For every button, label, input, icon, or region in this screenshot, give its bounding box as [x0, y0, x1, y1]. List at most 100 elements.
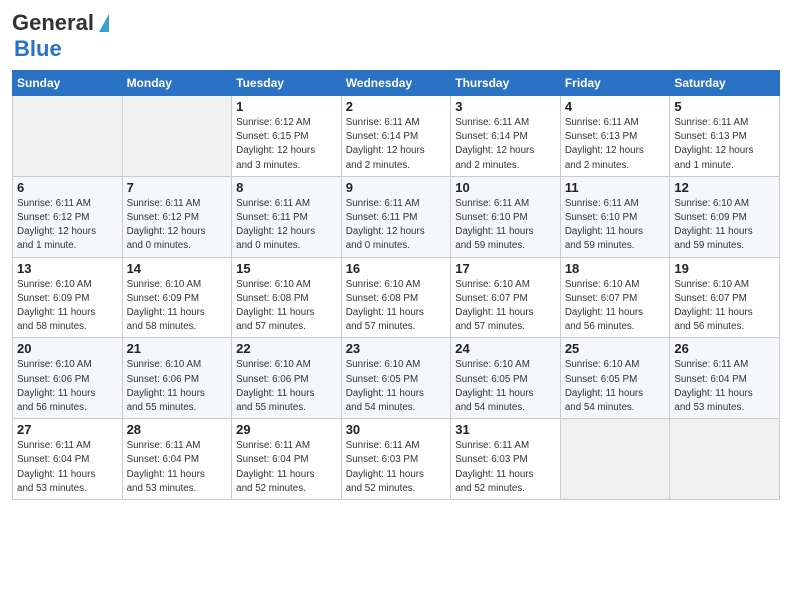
day-detail: Sunrise: 6:10 AM Sunset: 6:05 PM Dayligh…	[565, 358, 666, 415]
day-number: 12	[674, 180, 775, 195]
weekday-header-monday: Monday	[122, 71, 232, 96]
calendar-cell: 20 Sunrise: 6:10 AM Sunset: 6:06 PM Dayli…	[13, 338, 123, 419]
day-number: 9	[346, 180, 447, 195]
day-number: 19	[674, 261, 775, 276]
day-number: 30	[346, 422, 447, 437]
day-detail: Sunrise: 6:11 AM Sunset: 6:12 PM Dayligh…	[127, 197, 228, 254]
day-number: 5	[674, 99, 775, 114]
week-row-3: 13 Sunrise: 6:10 AM Sunset: 6:09 PM Dayli…	[13, 257, 780, 338]
calendar-cell: 2 Sunrise: 6:11 AM Sunset: 6:14 PM Daylig…	[341, 96, 451, 177]
calendar-cell: 11 Sunrise: 6:11 AM Sunset: 6:10 PM Dayli…	[560, 176, 670, 257]
calendar-cell: 9 Sunrise: 6:11 AM Sunset: 6:11 PM Daylig…	[341, 176, 451, 257]
header: General Blue	[12, 10, 780, 62]
day-number: 10	[455, 180, 556, 195]
weekday-header-sunday: Sunday	[13, 71, 123, 96]
calendar-cell: 22 Sunrise: 6:10 AM Sunset: 6:06 PM Dayli…	[232, 338, 342, 419]
day-number: 4	[565, 99, 666, 114]
day-number: 11	[565, 180, 666, 195]
day-detail: Sunrise: 6:10 AM Sunset: 6:09 PM Dayligh…	[674, 197, 775, 254]
day-detail: Sunrise: 6:11 AM Sunset: 6:10 PM Dayligh…	[565, 197, 666, 254]
day-number: 6	[17, 180, 118, 195]
day-detail: Sunrise: 6:11 AM Sunset: 6:04 PM Dayligh…	[236, 439, 337, 496]
day-detail: Sunrise: 6:11 AM Sunset: 6:14 PM Dayligh…	[346, 116, 447, 173]
calendar-cell: 15 Sunrise: 6:10 AM Sunset: 6:08 PM Dayli…	[232, 257, 342, 338]
day-number: 17	[455, 261, 556, 276]
day-number: 7	[127, 180, 228, 195]
calendar-cell: 28 Sunrise: 6:11 AM Sunset: 6:04 PM Dayli…	[122, 419, 232, 500]
day-detail: Sunrise: 6:10 AM Sunset: 6:09 PM Dayligh…	[17, 278, 118, 335]
day-detail: Sunrise: 6:10 AM Sunset: 6:05 PM Dayligh…	[346, 358, 447, 415]
calendar-cell: 4 Sunrise: 6:11 AM Sunset: 6:13 PM Daylig…	[560, 96, 670, 177]
day-number: 29	[236, 422, 337, 437]
day-number: 1	[236, 99, 337, 114]
page-container: General Blue SundayMondayTuesdayWednesda…	[0, 0, 792, 612]
calendar-cell: 23 Sunrise: 6:10 AM Sunset: 6:05 PM Dayli…	[341, 338, 451, 419]
calendar-cell: 31Sunrise: 6:11 AM Sunset: 6:03 PM Dayli…	[451, 419, 561, 500]
logo: General Blue	[12, 10, 109, 62]
day-detail: Sunrise: 6:11 AM Sunset: 6:13 PM Dayligh…	[674, 116, 775, 173]
calendar-cell: 27 Sunrise: 6:11 AM Sunset: 6:04 PM Dayli…	[13, 419, 123, 500]
day-detail: Sunrise: 6:11 AM Sunset: 6:04 PM Dayligh…	[127, 439, 228, 496]
calendar-cell: 24Sunrise: 6:10 AM Sunset: 6:05 PM Dayli…	[451, 338, 561, 419]
calendar-cell: 5 Sunrise: 6:11 AM Sunset: 6:13 PM Daylig…	[670, 96, 780, 177]
day-number: 24	[455, 341, 556, 356]
week-row-2: 6 Sunrise: 6:11 AM Sunset: 6:12 PM Daylig…	[13, 176, 780, 257]
day-number: 21	[127, 341, 228, 356]
week-row-4: 20 Sunrise: 6:10 AM Sunset: 6:06 PM Dayli…	[13, 338, 780, 419]
day-number: 28	[127, 422, 228, 437]
calendar-cell	[670, 419, 780, 500]
day-number: 3	[455, 99, 556, 114]
day-detail: Sunrise: 6:10 AM Sunset: 6:06 PM Dayligh…	[17, 358, 118, 415]
day-detail: Sunrise: 6:11 AM Sunset: 6:03 PM Dayligh…	[346, 439, 447, 496]
day-detail: Sunrise: 6:11 AM Sunset: 6:13 PM Dayligh…	[565, 116, 666, 173]
calendar-table: SundayMondayTuesdayWednesdayThursdayFrid…	[12, 70, 780, 500]
logo-triangle-icon	[99, 14, 109, 32]
day-number: 25	[565, 341, 666, 356]
day-number: 27	[17, 422, 118, 437]
day-detail: Sunrise: 6:10 AM Sunset: 6:06 PM Dayligh…	[236, 358, 337, 415]
weekday-header-tuesday: Tuesday	[232, 71, 342, 96]
calendar-cell: 26 Sunrise: 6:11 AM Sunset: 6:04 PM Dayli…	[670, 338, 780, 419]
day-number: 31	[455, 422, 556, 437]
calendar-cell: 13 Sunrise: 6:10 AM Sunset: 6:09 PM Dayli…	[13, 257, 123, 338]
day-number: 23	[346, 341, 447, 356]
day-number: 15	[236, 261, 337, 276]
calendar-cell: 3Sunrise: 6:11 AM Sunset: 6:14 PM Daylig…	[451, 96, 561, 177]
day-number: 13	[17, 261, 118, 276]
day-number: 16	[346, 261, 447, 276]
day-detail: Sunrise: 6:11 AM Sunset: 6:12 PM Dayligh…	[17, 197, 118, 254]
calendar-cell: 14 Sunrise: 6:10 AM Sunset: 6:09 PM Dayli…	[122, 257, 232, 338]
day-detail: Sunrise: 6:10 AM Sunset: 6:07 PM Dayligh…	[674, 278, 775, 335]
day-detail: Sunrise: 6:11 AM Sunset: 6:04 PM Dayligh…	[674, 358, 775, 415]
day-detail: Sunrise: 6:11 AM Sunset: 6:10 PM Dayligh…	[455, 197, 556, 254]
logo-image: General	[12, 10, 109, 36]
day-detail: Sunrise: 6:10 AM Sunset: 6:09 PM Dayligh…	[127, 278, 228, 335]
day-detail: Sunrise: 6:10 AM Sunset: 6:06 PM Dayligh…	[127, 358, 228, 415]
calendar-cell: 30 Sunrise: 6:11 AM Sunset: 6:03 PM Dayli…	[341, 419, 451, 500]
day-number: 22	[236, 341, 337, 356]
weekday-header-saturday: Saturday	[670, 71, 780, 96]
day-detail: Sunrise: 6:10 AM Sunset: 6:08 PM Dayligh…	[236, 278, 337, 335]
week-row-5: 27 Sunrise: 6:11 AM Sunset: 6:04 PM Dayli…	[13, 419, 780, 500]
calendar-cell: 25 Sunrise: 6:10 AM Sunset: 6:05 PM Dayli…	[560, 338, 670, 419]
day-detail: Sunrise: 6:10 AM Sunset: 6:07 PM Dayligh…	[565, 278, 666, 335]
calendar-cell: 19 Sunrise: 6:10 AM Sunset: 6:07 PM Dayli…	[670, 257, 780, 338]
day-number: 2	[346, 99, 447, 114]
day-number: 20	[17, 341, 118, 356]
weekday-header-wednesday: Wednesday	[341, 71, 451, 96]
day-number: 18	[565, 261, 666, 276]
day-detail: Sunrise: 6:11 AM Sunset: 6:11 PM Dayligh…	[346, 197, 447, 254]
day-detail: Sunrise: 6:10 AM Sunset: 6:07 PM Dayligh…	[455, 278, 556, 335]
calendar-cell: 12 Sunrise: 6:10 AM Sunset: 6:09 PM Dayli…	[670, 176, 780, 257]
weekday-header-friday: Friday	[560, 71, 670, 96]
logo-general: General	[12, 10, 94, 36]
day-number: 14	[127, 261, 228, 276]
calendar-cell: 8Sunrise: 6:11 AM Sunset: 6:11 PM Daylig…	[232, 176, 342, 257]
calendar-cell	[13, 96, 123, 177]
day-detail: Sunrise: 6:11 AM Sunset: 6:04 PM Dayligh…	[17, 439, 118, 496]
calendar-cell: 1Sunrise: 6:12 AM Sunset: 6:15 PM Daylig…	[232, 96, 342, 177]
day-number: 26	[674, 341, 775, 356]
calendar-cell	[122, 96, 232, 177]
calendar-cell: 7 Sunrise: 6:11 AM Sunset: 6:12 PM Daylig…	[122, 176, 232, 257]
weekday-header-thursday: Thursday	[451, 71, 561, 96]
